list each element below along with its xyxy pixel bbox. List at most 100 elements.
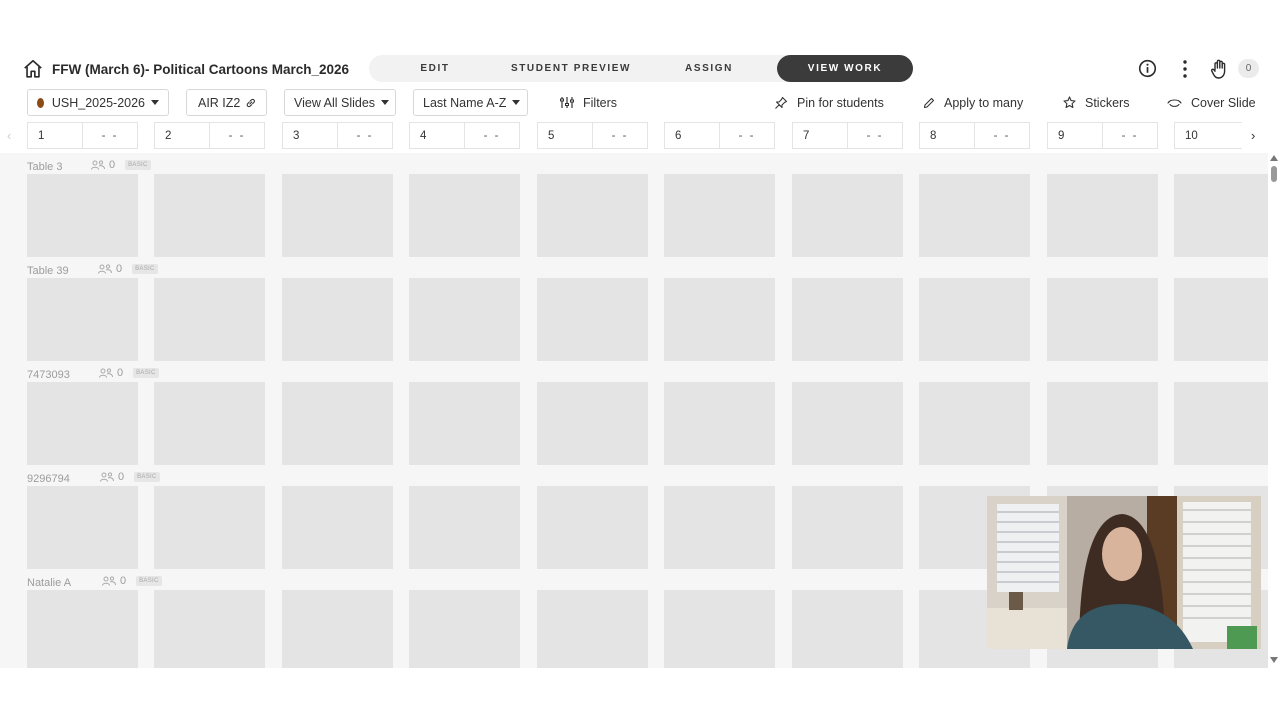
prev-slides-button[interactable]: ‹: [7, 128, 11, 143]
slide-score: - -: [1121, 129, 1139, 142]
slide-header[interactable]: 10: [1174, 122, 1242, 149]
work-thumbnail[interactable]: [664, 486, 775, 569]
work-thumbnail[interactable]: [664, 590, 775, 668]
work-thumbnail[interactable]: [409, 486, 520, 569]
filters-button[interactable]: Filters: [560, 89, 617, 116]
slide-header[interactable]: 4 - -: [409, 122, 520, 149]
chevron-down-icon: [381, 100, 390, 105]
slide-number: 9: [1048, 123, 1103, 148]
webcam-overlay[interactable]: [987, 496, 1261, 649]
student-name[interactable]: 7473093: [27, 369, 70, 381]
cover-slide-icon: [1167, 98, 1182, 107]
slide-header[interactable]: 9 - -: [1047, 122, 1158, 149]
work-thumbnail[interactable]: [664, 382, 775, 465]
work-thumbnail[interactable]: [537, 382, 648, 465]
work-thumbnail[interactable]: [537, 590, 648, 668]
users-icon: [100, 472, 114, 482]
work-thumbnail[interactable]: [154, 382, 265, 465]
work-thumbnail[interactable]: [1174, 382, 1268, 465]
student-name[interactable]: Table 39: [27, 265, 69, 277]
work-thumbnail[interactable]: [919, 278, 1030, 361]
next-slides-button[interactable]: ›: [1251, 128, 1255, 143]
work-thumbnail[interactable]: [792, 174, 903, 257]
users-icon: [91, 160, 105, 170]
work-thumbnail[interactable]: [919, 174, 1030, 257]
work-thumbnail[interactable]: [282, 382, 393, 465]
work-thumbnail[interactable]: [27, 278, 138, 361]
raised-hand-icon[interactable]: [1210, 58, 1230, 80]
filters-icon: [560, 97, 574, 108]
work-thumbnail[interactable]: [537, 174, 648, 257]
work-thumbnail[interactable]: [27, 486, 138, 569]
work-thumbnail[interactable]: [1047, 278, 1158, 361]
slide-header[interactable]: 1 - -: [27, 122, 138, 149]
work-thumbnail[interactable]: [537, 278, 648, 361]
work-thumbnail[interactable]: [27, 174, 138, 257]
work-thumbnail[interactable]: [27, 590, 138, 668]
work-thumbnail[interactable]: [154, 174, 265, 257]
work-thumbnail[interactable]: [919, 382, 1030, 465]
work-thumbnail[interactable]: [1174, 278, 1268, 361]
work-thumbnail[interactable]: [409, 382, 520, 465]
work-thumbnail[interactable]: [27, 382, 138, 465]
slide-header[interactable]: 2 - -: [154, 122, 265, 149]
sort-select[interactable]: Last Name A-Z: [413, 89, 528, 116]
pin-for-students-button[interactable]: Pin for students: [774, 89, 884, 116]
tab-edit[interactable]: EDIT: [369, 55, 501, 82]
view-slides-select[interactable]: View All Slides: [284, 89, 396, 116]
apply-to-many-label: Apply to many: [944, 95, 1024, 110]
slide-header[interactable]: 6 - -: [664, 122, 775, 149]
join-code-label: AIR IZ2: [198, 95, 241, 110]
work-thumbnail[interactable]: [792, 486, 903, 569]
cover-slide-button[interactable]: Cover Slide: [1167, 89, 1256, 116]
work-thumbnail[interactable]: [537, 486, 648, 569]
student-name[interactable]: 9296794: [27, 473, 70, 485]
work-thumbnail[interactable]: [792, 278, 903, 361]
work-thumbnail[interactable]: [1174, 174, 1268, 257]
class-select[interactable]: USH_2025-2026: [27, 89, 169, 116]
student-plan-badge: BASIC: [133, 368, 159, 378]
vertical-scrollbar[interactable]: [1268, 153, 1280, 668]
slide-score: - -: [611, 129, 629, 142]
work-thumbnail[interactable]: [282, 590, 393, 668]
class-color-dot: [37, 97, 44, 108]
scrollbar-thumb[interactable]: [1271, 166, 1277, 182]
tab-assign[interactable]: ASSIGN: [641, 55, 777, 82]
home-icon[interactable]: [22, 58, 44, 80]
pin-label: Pin for students: [797, 95, 884, 110]
stickers-button[interactable]: Stickers: [1063, 89, 1129, 116]
slide-header[interactable]: 8 - -: [919, 122, 1030, 149]
work-thumbnail[interactable]: [282, 278, 393, 361]
info-icon[interactable]: [1138, 59, 1157, 78]
scroll-down-arrow-icon[interactable]: [1270, 657, 1278, 663]
tab-student-preview[interactable]: STUDENT PREVIEW: [501, 55, 641, 82]
scroll-up-arrow-icon[interactable]: [1270, 155, 1278, 161]
work-thumbnail[interactable]: [409, 174, 520, 257]
work-thumbnail[interactable]: [282, 486, 393, 569]
work-thumbnail[interactable]: [664, 278, 775, 361]
student-plan-badge: BASIC: [132, 264, 158, 274]
work-thumbnail[interactable]: [1047, 382, 1158, 465]
kebab-icon[interactable]: [1176, 58, 1194, 80]
work-thumbnail[interactable]: [792, 382, 903, 465]
work-thumbnail[interactable]: [409, 590, 520, 668]
work-thumbnail[interactable]: [154, 486, 265, 569]
slide-header[interactable]: 3 - -: [282, 122, 393, 149]
apply-to-many-button[interactable]: Apply to many: [923, 89, 1023, 116]
work-thumbnail[interactable]: [664, 174, 775, 257]
tab-view-work[interactable]: VIEW WORK: [777, 55, 913, 82]
work-thumbnail[interactable]: [154, 278, 265, 361]
student-row: Table 39 0 BASIC: [0, 257, 1268, 361]
student-name[interactable]: Table 3: [27, 161, 62, 173]
work-thumbnail[interactable]: [409, 278, 520, 361]
student-meta: 0 BASIC: [99, 367, 159, 379]
slide-header[interactable]: 5 - -: [537, 122, 648, 149]
join-code-button[interactable]: AIR IZ2: [186, 89, 267, 116]
work-thumbnail[interactable]: [282, 174, 393, 257]
slide-header[interactable]: 7 - -: [792, 122, 903, 149]
work-thumbnail[interactable]: [1047, 174, 1158, 257]
work-thumbnail[interactable]: [792, 590, 903, 668]
slide-number: 6: [665, 123, 720, 148]
work-thumbnail[interactable]: [154, 590, 265, 668]
student-name[interactable]: Natalie A: [27, 577, 71, 589]
